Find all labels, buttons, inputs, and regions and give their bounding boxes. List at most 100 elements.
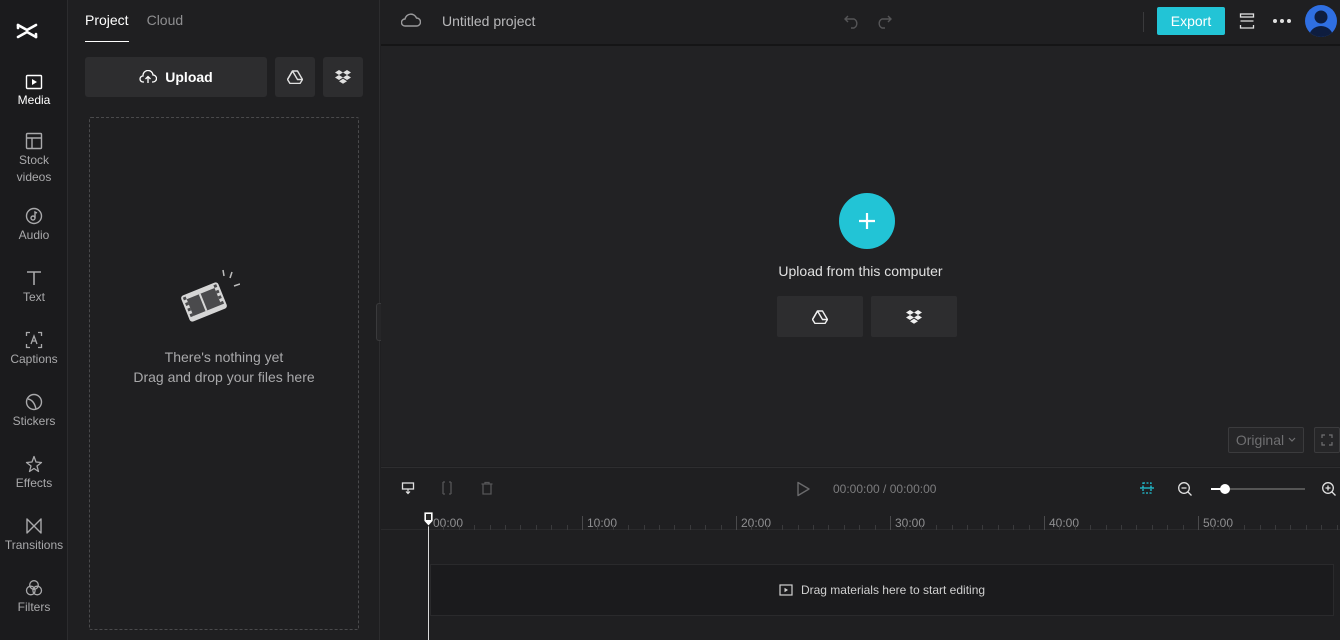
ruler-minor-tick bbox=[920, 525, 922, 530]
sidebar-item-text[interactable]: Text bbox=[0, 269, 68, 306]
sidebar-item-label: Transitions bbox=[4, 538, 64, 552]
sidebar-item-audio[interactable]: Audio bbox=[0, 207, 68, 244]
player-google-drive-button[interactable] bbox=[777, 296, 863, 337]
redo-icon[interactable] bbox=[875, 12, 893, 30]
audio-icon bbox=[25, 207, 43, 225]
sidebar-item-label: Text bbox=[22, 290, 45, 304]
ruler-minor-tick bbox=[967, 525, 968, 530]
sidebar-item-stock-videos[interactable]: Stock videos bbox=[0, 132, 68, 186]
ruler-minor-tick bbox=[505, 525, 506, 530]
tab-cloud[interactable]: Cloud bbox=[147, 12, 184, 42]
timeline-ruler[interactable]: 00:00 10:00 20:00 30:00 40:00 50:00 bbox=[381, 510, 1340, 530]
topbar-divider bbox=[1143, 12, 1144, 32]
ruler-minor-tick bbox=[982, 525, 984, 530]
ruler-minor-tick bbox=[1028, 525, 1030, 530]
ruler-minor-tick bbox=[720, 525, 722, 530]
player-dropbox-button[interactable] bbox=[871, 296, 957, 337]
sidebar-item-filters[interactable]: Filters bbox=[0, 579, 68, 616]
transitions-icon bbox=[26, 518, 42, 534]
ruler-minor-tick bbox=[843, 525, 845, 530]
upload-from-computer-label[interactable]: Upload from this computer bbox=[381, 263, 1340, 279]
sidebar-item-stickers[interactable]: Stickers bbox=[0, 393, 68, 430]
stickers-icon bbox=[25, 393, 43, 411]
playhead[interactable] bbox=[428, 520, 429, 640]
undo-icon[interactable] bbox=[843, 12, 861, 30]
playhead-handle-icon[interactable] bbox=[423, 511, 434, 527]
ruler-minor-tick bbox=[705, 525, 707, 530]
ruler-minor-tick bbox=[1228, 525, 1230, 530]
tab-project[interactable]: Project bbox=[85, 12, 129, 42]
video-editor-app: Media Stock videos Audio Text Captions St… bbox=[0, 0, 1340, 640]
google-drive-icon bbox=[287, 70, 303, 84]
user-icon bbox=[1309, 10, 1333, 37]
google-drive-button[interactable] bbox=[275, 57, 315, 97]
google-drive-icon bbox=[812, 309, 828, 324]
media-icon bbox=[779, 584, 793, 596]
ruler-minor-tick bbox=[905, 525, 907, 530]
timeline-drop-track[interactable]: Drag materials here to start editing bbox=[430, 564, 1334, 616]
ruler-minor-tick bbox=[797, 525, 799, 530]
split-marker-icon[interactable] bbox=[401, 481, 415, 495]
ruler-minor-tick bbox=[566, 525, 568, 530]
ruler-minor-tick bbox=[1275, 525, 1276, 530]
ruler-minor-tick bbox=[674, 525, 676, 530]
ruler-minor-tick bbox=[1213, 525, 1215, 530]
sidebar-item-captions[interactable]: Captions bbox=[0, 331, 68, 368]
upload-button[interactable]: Upload bbox=[85, 57, 267, 97]
ruler-minor-tick bbox=[520, 525, 522, 530]
ruler-minor-tick bbox=[951, 525, 953, 530]
ruler-minor-tick bbox=[1151, 525, 1153, 530]
ruler-minor-tick bbox=[782, 525, 784, 530]
ruler-minor-tick bbox=[643, 525, 645, 530]
left-nav-rail: Media Stock videos Audio Text Captions St… bbox=[0, 0, 68, 640]
fullscreen-button[interactable] bbox=[1314, 427, 1340, 453]
ruler-minor-tick bbox=[597, 525, 599, 530]
avatar[interactable] bbox=[1305, 5, 1337, 37]
ruler-minor-tick bbox=[874, 525, 876, 530]
top-bar: Untitled project Export bbox=[381, 0, 1340, 46]
timecode-separator: / bbox=[879, 482, 890, 496]
ruler-minor-tick bbox=[612, 525, 614, 530]
media-panel: Project Cloud Upload There's nothing yet… bbox=[69, 0, 380, 640]
app-logo-icon[interactable] bbox=[16, 20, 38, 42]
snap-magnet-icon[interactable] bbox=[1139, 481, 1155, 495]
plus-icon bbox=[859, 213, 875, 229]
ruler-minor-tick bbox=[1074, 525, 1076, 530]
play-icon[interactable] bbox=[795, 481, 811, 497]
ruler-minor-tick bbox=[689, 525, 691, 530]
sidebar-item-media[interactable]: Media bbox=[0, 74, 68, 109]
sidebar-item-label: Effects bbox=[15, 476, 53, 490]
filters-icon bbox=[25, 580, 43, 596]
timeline: 00:00:00 / 00:00:00 00:00 10:00 20:00 30:00… bbox=[381, 467, 1340, 640]
more-options-icon[interactable] bbox=[1272, 18, 1292, 24]
ruler-minor-tick bbox=[1321, 525, 1323, 530]
timecode-display: 00:00:00 / 00:00:00 bbox=[833, 482, 936, 496]
layers-icon[interactable] bbox=[1238, 12, 1256, 30]
zoom-out-icon[interactable] bbox=[1177, 481, 1193, 497]
ruler-minor-tick bbox=[1121, 525, 1122, 530]
split-icon[interactable] bbox=[440, 481, 454, 495]
sidebar-item-label: Captions bbox=[10, 352, 58, 366]
effects-icon bbox=[25, 455, 43, 473]
sidebar-item-transitions[interactable]: Transitions bbox=[0, 517, 68, 554]
dropbox-button[interactable] bbox=[323, 57, 363, 97]
export-button[interactable]: Export bbox=[1157, 7, 1225, 35]
ruler-minor-tick bbox=[997, 525, 999, 530]
aspect-ratio-select[interactable]: Original bbox=[1228, 427, 1304, 453]
project-title[interactable]: Untitled project bbox=[442, 13, 535, 29]
upload-button-label: Upload bbox=[165, 69, 213, 85]
media-dropzone[interactable]: There's nothing yet Drag and drop your f… bbox=[89, 117, 359, 630]
ruler-minor-tick bbox=[535, 525, 537, 530]
zoom-slider-handle[interactable] bbox=[1220, 484, 1231, 494]
aspect-ratio-value: Original bbox=[1235, 432, 1285, 448]
player-canvas: Upload from this computer Original bbox=[381, 46, 1340, 466]
dropbox-icon bbox=[335, 70, 351, 84]
delete-icon[interactable] bbox=[480, 481, 494, 495]
add-media-button[interactable] bbox=[839, 193, 895, 249]
zoom-in-icon[interactable] bbox=[1321, 481, 1337, 497]
ruler-minor-tick bbox=[813, 525, 814, 530]
sidebar-item-effects[interactable]: Effects bbox=[0, 455, 68, 492]
empty-title: There's nothing yet bbox=[164, 349, 284, 365]
ruler-minor-tick bbox=[1167, 525, 1169, 530]
ruler-minor-tick bbox=[859, 525, 861, 530]
